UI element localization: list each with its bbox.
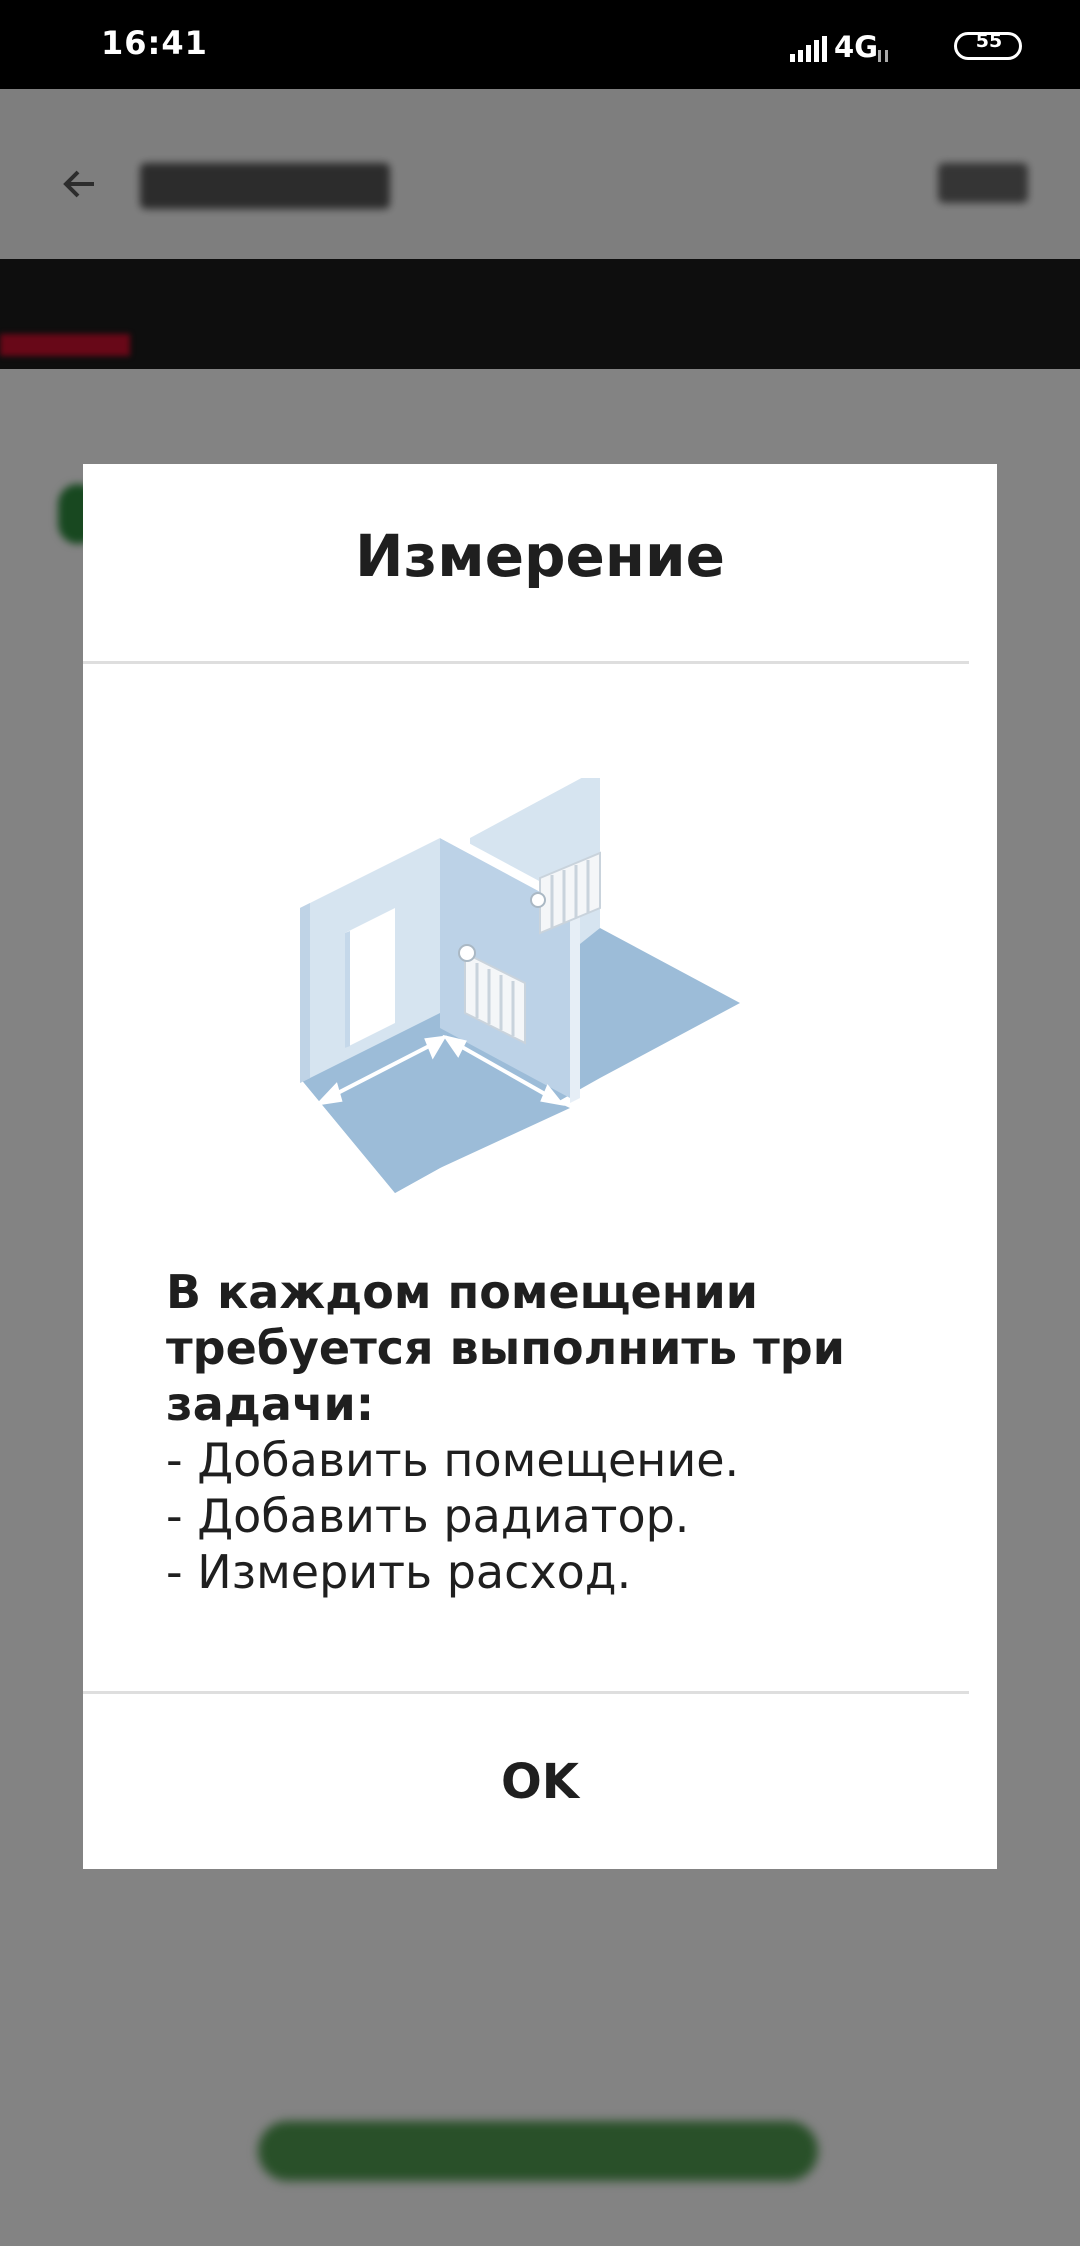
ok-button[interactable]: OK — [83, 1694, 997, 1869]
battery-level: 55 — [975, 30, 1003, 52]
room-measurement-illustration — [300, 778, 740, 1193]
message-heading-line: В каждом помещении — [166, 1265, 758, 1319]
data-activity-icon — [878, 50, 888, 62]
dialog-message: В каждом помещении требуется выполнить т… — [166, 1264, 926, 1600]
message-item-measure-flow: - Измерить расход. — [166, 1545, 632, 1599]
message-heading-line: требуется выполнить три — [166, 1321, 845, 1375]
network-type-label: 4G — [834, 30, 878, 64]
message-item-add-room: - Добавить помещение. — [166, 1433, 740, 1487]
signal-icon — [790, 36, 827, 62]
measurement-dialog: Измерение В каждом помещении требуется в… — [83, 464, 997, 1869]
divider — [83, 661, 969, 664]
message-heading-line: задачи: — [166, 1377, 375, 1431]
message-item-add-radiator: - Добавить радиатор. — [166, 1489, 690, 1543]
dialog-title: Измерение — [355, 522, 725, 590]
status-bar: 16:41 4G 55 — [0, 0, 1080, 89]
status-time: 16:41 — [101, 24, 208, 62]
